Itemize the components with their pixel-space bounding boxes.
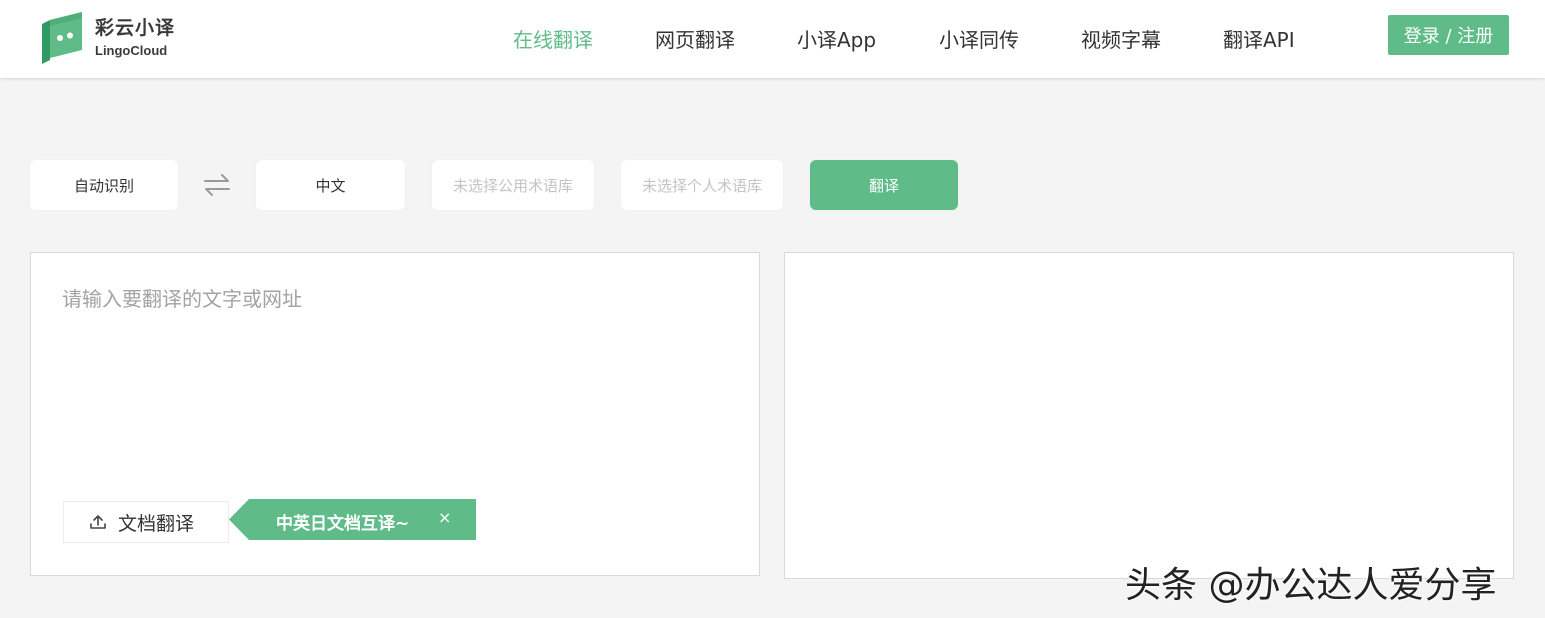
promo-close-icon[interactable]: × — [438, 508, 451, 527]
nav-online-translate[interactable]: 在线翻译 — [513, 24, 593, 53]
document-translate-button[interactable]: 文档翻译 — [63, 501, 229, 543]
nav-simultaneous[interactable]: 小译同传 — [939, 24, 1019, 53]
result-panel — [784, 252, 1514, 579]
promo-tag-text: 中英日文档互译~ — [276, 514, 410, 534]
source-language-select[interactable]: 自动识别 — [30, 160, 178, 210]
public-glossary-select[interactable]: 未选择公用术语库 — [432, 160, 594, 210]
promo-tag: 中英日文档互译~ × — [229, 499, 476, 540]
upload-icon — [90, 515, 106, 529]
top-header: 彩云小译 LingoCloud 在线翻译 网页翻译 小译App 小译同传 视频字… — [0, 0, 1545, 78]
login-register-button[interactable]: 登录 / 注册 — [1388, 15, 1509, 55]
source-panel: 文档翻译 中英日文档互译~ × — [30, 252, 760, 576]
nav-video-subtitles[interactable]: 视频字幕 — [1081, 24, 1161, 53]
main-nav: 在线翻译 网页翻译 小译App 小译同传 视频字幕 翻译API — [0, 24, 1545, 54]
watermark-text: 头条 @办公达人爱分享 — [1125, 565, 1497, 606]
personal-glossary-select[interactable]: 未选择个人术语库 — [621, 160, 783, 210]
nav-web-translate[interactable]: 网页翻译 — [655, 24, 735, 53]
source-text-input[interactable] — [62, 283, 722, 483]
swap-arrows-icon[interactable] — [202, 172, 232, 198]
nav-app[interactable]: 小译App — [797, 24, 876, 53]
nav-translate-api[interactable]: 翻译API — [1223, 24, 1295, 53]
target-language-select[interactable]: 中文 — [256, 160, 405, 210]
document-translate-label: 文档翻译 — [118, 512, 195, 535]
translate-button[interactable]: 翻译 — [810, 160, 958, 210]
